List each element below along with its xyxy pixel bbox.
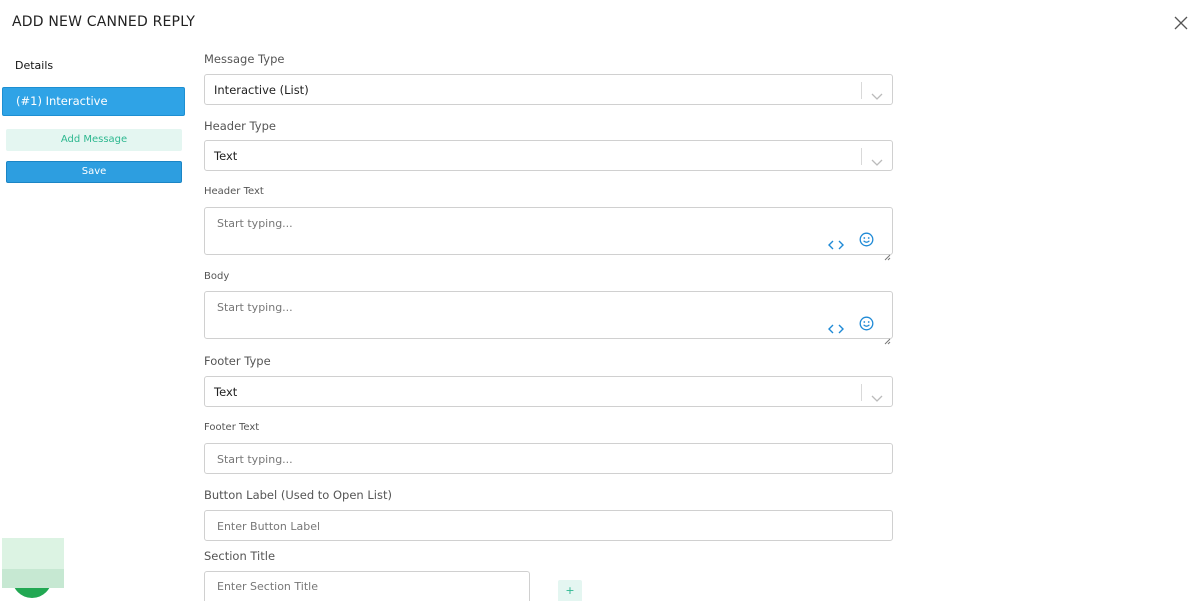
emoji-icon[interactable] bbox=[859, 232, 874, 247]
header-type-value: Text bbox=[214, 149, 238, 163]
header-text-label: Header Text bbox=[204, 186, 264, 197]
save-button[interactable]: Save bbox=[6, 161, 182, 183]
code-icon[interactable] bbox=[828, 235, 844, 250]
button-label-input[interactable]: Enter Button Label bbox=[204, 510, 893, 541]
section-title-input[interactable]: Enter Section Title bbox=[204, 571, 530, 601]
message-type-select[interactable]: Interactive (List) bbox=[204, 74, 893, 105]
resize-handle-icon[interactable] bbox=[884, 330, 891, 345]
footer-type-value: Text bbox=[214, 385, 238, 399]
select-separator bbox=[861, 148, 862, 165]
footer-text-label: Footer Text bbox=[204, 422, 260, 433]
emoji-icon[interactable] bbox=[859, 316, 874, 331]
button-label-placeholder: Enter Button Label bbox=[217, 520, 321, 533]
header-type-label: Header Type bbox=[204, 119, 276, 133]
section-title-label: Section Title bbox=[204, 549, 276, 563]
dialog-title: ADD NEW CANNED REPLY bbox=[12, 14, 196, 30]
footer-text-placeholder: Start typing... bbox=[217, 453, 293, 466]
footer-type-select[interactable]: Text bbox=[204, 376, 893, 407]
header-text-placeholder: Start typing... bbox=[217, 217, 293, 230]
code-icon[interactable] bbox=[828, 319, 844, 334]
select-separator bbox=[861, 384, 862, 401]
chevron-down-icon[interactable] bbox=[871, 152, 883, 166]
button-label-label: Button Label (Used to Open List) bbox=[204, 488, 392, 502]
sidebar-item-interactive[interactable]: (#1) Interactive bbox=[2, 87, 185, 116]
add-message-button[interactable]: Add Message bbox=[6, 129, 182, 151]
add-section-button[interactable]: + bbox=[558, 580, 582, 601]
chat-widget-launcher[interactable] bbox=[2, 538, 64, 601]
header-text-input[interactable]: Start typing... bbox=[204, 207, 893, 261]
widget-band bbox=[2, 569, 64, 588]
footer-type-label: Footer Type bbox=[204, 354, 271, 368]
header-type-select[interactable]: Text bbox=[204, 140, 893, 171]
chevron-down-icon[interactable] bbox=[871, 388, 883, 402]
footer-text-input[interactable]: Start typing... bbox=[204, 443, 893, 474]
message-type-value: Interactive (List) bbox=[214, 83, 309, 97]
body-input[interactable]: Start typing... bbox=[204, 291, 893, 345]
select-separator bbox=[861, 82, 862, 99]
resize-handle-icon[interactable] bbox=[884, 246, 891, 261]
body-placeholder: Start typing... bbox=[217, 301, 293, 314]
sidebar-details-label: Details bbox=[15, 59, 54, 72]
section-title-placeholder: Enter Section Title bbox=[217, 580, 318, 593]
chevron-down-icon[interactable] bbox=[871, 86, 883, 100]
close-icon[interactable] bbox=[1174, 16, 1188, 30]
body-label: Body bbox=[204, 271, 230, 282]
message-type-label: Message Type bbox=[204, 52, 285, 66]
